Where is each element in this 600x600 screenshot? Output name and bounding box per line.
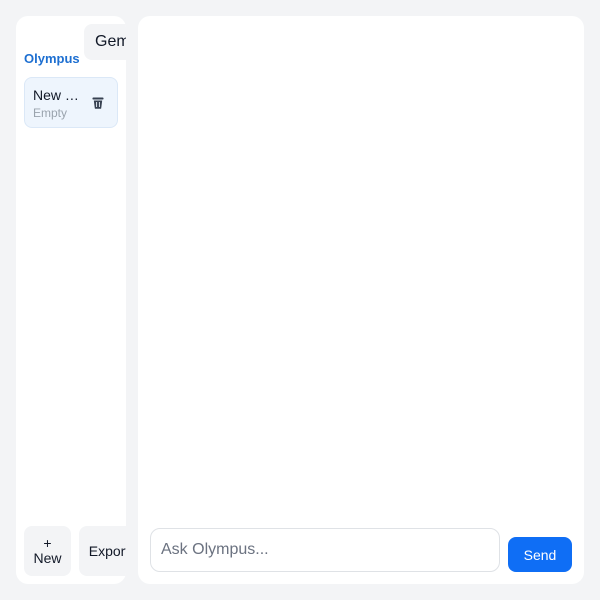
new-conversation-button[interactable]: + New <box>24 526 71 576</box>
export-button[interactable]: Export <box>79 526 126 576</box>
plus-icon: + <box>43 535 52 551</box>
trash-icon[interactable] <box>89 93 107 111</box>
message-input[interactable] <box>150 528 500 572</box>
sidebar: Olympus Gemini New conversation Empty + … <box>16 16 126 584</box>
send-button[interactable]: Send <box>508 537 572 572</box>
conversation-subtitle: Empty <box>33 106 68 120</box>
brand-title: Olympus <box>24 51 80 66</box>
new-button-label: New <box>33 550 62 566</box>
model-select[interactable]: Gemini <box>84 24 126 60</box>
conversation-item[interactable]: New conversation Empty <box>24 77 118 128</box>
chat-panel: Send <box>138 16 584 584</box>
conversation-title: New conversation <box>33 87 85 103</box>
app-window: Olympus Gemini New conversation Empty + … <box>0 0 600 600</box>
